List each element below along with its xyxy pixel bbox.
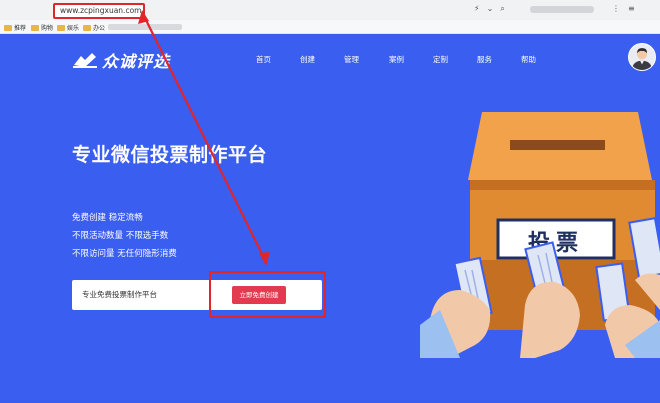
screen: www.zcpingxuan.com ⚡⌄⌕ ⋮≡ 推荐 购物 娱乐 办公 众诚…	[0, 0, 660, 403]
nav-service[interactable]: 服务	[477, 54, 492, 65]
browser-address-bar: www.zcpingxuan.com ⚡⌄⌕ ⋮≡	[0, 0, 660, 20]
site-logo[interactable]: 众诚评选	[72, 48, 170, 72]
ballot-slot	[510, 140, 605, 150]
folder-icon	[4, 24, 12, 31]
bookmark-item[interactable]: 推荐	[4, 23, 26, 32]
button-highlight-frame	[209, 271, 326, 318]
bookmark-item[interactable]: 购物	[31, 23, 53, 32]
bookmark-item[interactable]: 办公	[83, 23, 105, 32]
bookmark-item[interactable]: 娱乐	[57, 23, 79, 32]
profile-area-blurred	[530, 6, 594, 13]
left-hand	[420, 256, 493, 358]
bookmarks-bar: 推荐 购物 娱乐 办公	[0, 20, 660, 34]
logo-text: 众诚评选	[102, 52, 171, 71]
nav-manage[interactable]: 管理	[344, 54, 359, 65]
folder-icon	[83, 24, 91, 31]
url-field[interactable]: www.zcpingxuan.com	[53, 3, 145, 19]
folder-icon	[57, 24, 65, 31]
bolt-icon[interactable]: ⚡	[474, 4, 487, 13]
browser-menu: ⋮≡	[612, 4, 643, 13]
cta-input-text: 专业免费投票制作平台	[82, 290, 157, 299]
logo-mark-icon	[73, 53, 97, 68]
ballot-box-illustration: 投票	[420, 112, 660, 358]
hero-title: 专业微信投票制作平台	[72, 144, 268, 166]
search-icon[interactable]: ⌕	[500, 4, 511, 13]
bookmarks-blurred	[108, 24, 182, 30]
hero-feature-line: 不限活动数量 不限选手数	[72, 231, 169, 241]
nav-help[interactable]: 帮助	[521, 54, 536, 65]
nav-home[interactable]: 首页	[256, 54, 271, 65]
address-bar-actions: ⚡⌄⌕	[474, 4, 512, 14]
nav-create[interactable]: 创建	[300, 54, 315, 65]
dropdown-arrow-icon[interactable]: ⌄	[487, 4, 501, 13]
user-avatar[interactable]	[628, 43, 656, 71]
avatar-person-icon	[631, 48, 653, 70]
hero-feature-line: 不限访问量 无任何隐形消费	[72, 249, 177, 259]
nav-custom[interactable]: 定制	[433, 54, 448, 65]
grid-icon[interactable]: ⋮	[612, 4, 628, 13]
hero-feature-line: 免费创建 稳定流畅	[72, 213, 143, 223]
menu-icon[interactable]: ≡	[628, 4, 643, 13]
nav-cases[interactable]: 案例	[389, 54, 404, 65]
folder-icon	[31, 24, 39, 31]
